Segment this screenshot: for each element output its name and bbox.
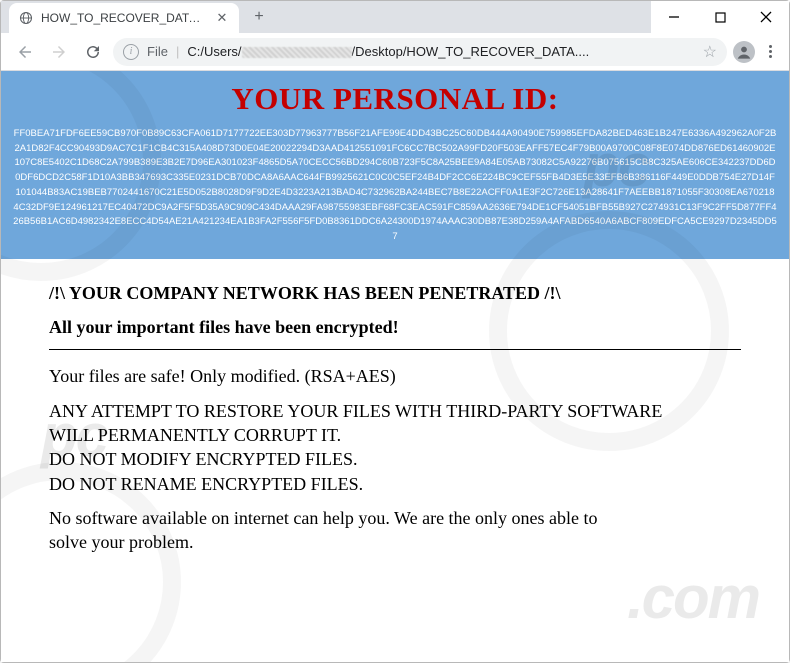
address-bar[interactable]: i File | C:/Users/ /Desktop/HOW_TO_RECOVE… <box>113 38 727 66</box>
maximize-window-button[interactable] <box>697 1 743 33</box>
personal-id-hex: FF0BEA71FDF6EE59CB970F0B89C63CFA061D7177… <box>9 127 781 245</box>
body-paragraph-3: No software available on internet can he… <box>49 506 741 555</box>
tabs-area: HOW_TO_RECOVER_DATA.html ✕ + <box>1 1 651 33</box>
bookmark-star-icon[interactable]: ☆ <box>703 42 717 62</box>
profile-avatar-button[interactable] <box>733 41 755 63</box>
banner-title: YOUR PERSONAL ID: <box>9 81 781 117</box>
url-text: C:/Users/ /Desktop/HOW_TO_RECOVER_DATA...… <box>187 44 694 59</box>
titlebar: HOW_TO_RECOVER_DATA.html ✕ + <box>1 1 789 33</box>
warning-line-2: All your important files have been encry… <box>49 315 741 339</box>
url-scheme: File <box>147 44 168 59</box>
globe-icon <box>19 11 33 25</box>
banner: YOUR PERSONAL ID: FF0BEA71FDF6EE59CB970F… <box>1 71 789 259</box>
body-paragraph-1: Your files are safe! Only modified. (RSA… <box>49 364 741 388</box>
site-info-icon[interactable]: i <box>123 44 139 60</box>
tab-title: HOW_TO_RECOVER_DATA.html <box>41 11 207 25</box>
forward-button[interactable] <box>45 38 73 66</box>
body-paragraph-2: ANY ATTEMPT TO RESTORE YOUR FILES WITH T… <box>49 399 741 496</box>
back-button[interactable] <box>11 38 39 66</box>
ransom-note-body: /!\ YOUR COMPANY NETWORK HAS BEEN PENETR… <box>1 259 789 587</box>
kebab-menu-button[interactable] <box>761 41 779 62</box>
page-content: pc pc .com YOUR PERSONAL ID: FF0BEA71FDF… <box>1 71 789 662</box>
toolbar: i File | C:/Users/ /Desktop/HOW_TO_RECOVE… <box>1 33 789 71</box>
close-window-button[interactable] <box>743 1 789 33</box>
url-suffix: /Desktop/HOW_TO_RECOVER_DATA.... <box>352 44 590 59</box>
warning-line-1: /!\ YOUR COMPANY NETWORK HAS BEEN PENETR… <box>49 281 741 305</box>
url-divider: | <box>176 44 179 59</box>
url-redacted <box>242 47 352 58</box>
browser-tab[interactable]: HOW_TO_RECOVER_DATA.html ✕ <box>9 3 239 33</box>
close-tab-button[interactable]: ✕ <box>215 11 229 25</box>
browser-window: HOW_TO_RECOVER_DATA.html ✕ + <box>0 0 790 663</box>
window-controls <box>651 1 789 33</box>
body-divider <box>49 349 741 350</box>
minimize-window-button[interactable] <box>651 1 697 33</box>
reload-button[interactable] <box>79 38 107 66</box>
url-prefix: C:/Users/ <box>187 44 241 59</box>
new-tab-button[interactable]: + <box>245 3 273 31</box>
